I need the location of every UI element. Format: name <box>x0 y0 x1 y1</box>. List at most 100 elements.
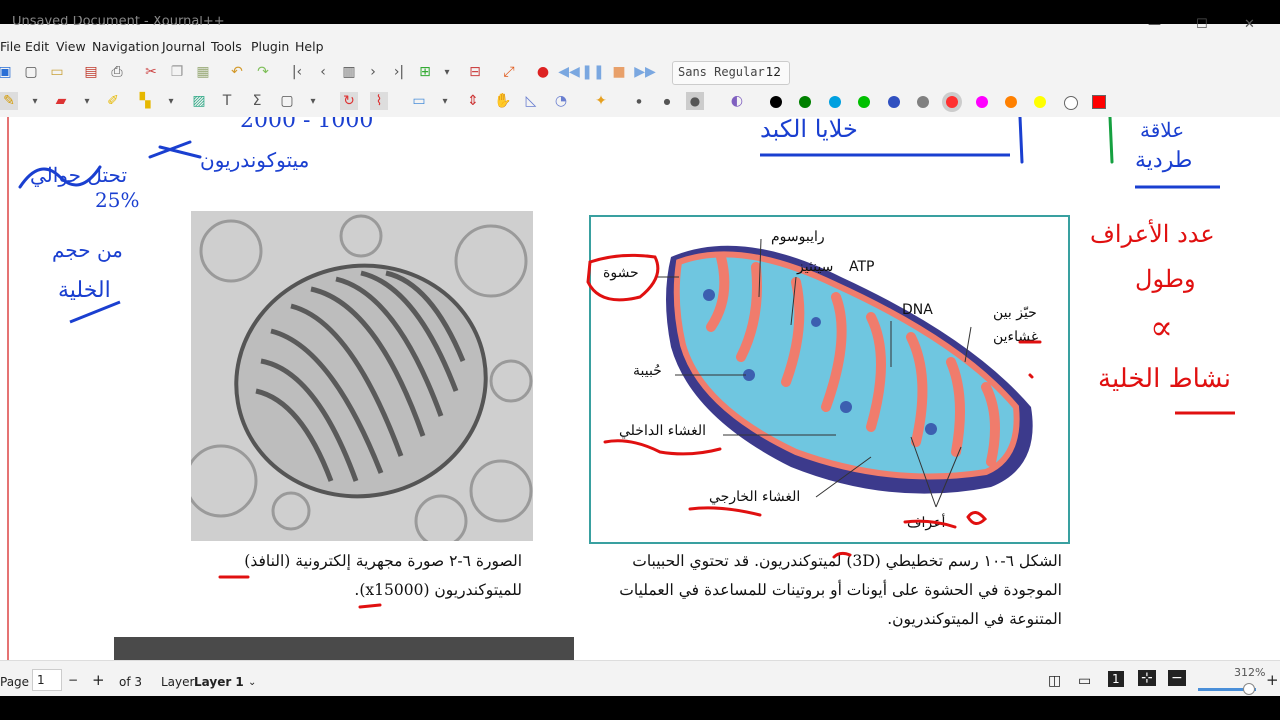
presentation-icon[interactable]: ▭ <box>1078 673 1091 689</box>
first-page-icon[interactable]: |‹ <box>288 63 306 81</box>
rewind-icon[interactable]: ◀◀ <box>558 63 580 81</box>
vertical-space-icon[interactable]: ⇕ <box>464 92 482 110</box>
delete-page-icon[interactable]: ⊟ <box>466 63 484 81</box>
shape-icon[interactable]: ▢ <box>278 92 296 110</box>
zoom-out-button[interactable]: − <box>1168 670 1186 686</box>
page-decrement-button[interactable]: − <box>68 673 78 687</box>
eraser-dropdown-icon[interactable]: ▾ <box>78 92 96 110</box>
latex-icon[interactable]: Σ <box>248 92 266 110</box>
print-icon[interactable]: ⎙ <box>108 63 126 81</box>
handwriting-top-mid: 2000 - 1000 <box>240 117 373 133</box>
color-light-green[interactable] <box>858 96 870 108</box>
custom-color-button[interactable] <box>1092 95 1106 109</box>
new-document-icon[interactable]: ▢ <box>22 63 40 81</box>
menu-edit[interactable]: Edit <box>25 39 49 54</box>
next-page-icon[interactable]: › <box>364 63 382 81</box>
previous-page-icon[interactable]: ‹ <box>314 63 332 81</box>
shape-dropdown-icon[interactable]: ▾ <box>304 92 322 110</box>
medium-pen-icon[interactable]: ● <box>658 92 676 110</box>
window-title: Unsaved Document - Xournal++ <box>12 16 225 28</box>
pen-dropdown-icon[interactable]: ▾ <box>26 92 44 110</box>
color-yellow[interactable] <box>1034 96 1046 108</box>
maximize-icon[interactable]: ☐ <box>1196 17 1208 32</box>
select-rectangle-icon[interactable]: ▭ <box>410 92 428 110</box>
open-folder-icon[interactable]: ▭ <box>48 63 66 81</box>
layer-select[interactable]: Layer 1 <box>194 675 244 689</box>
color-light-blue[interactable] <box>829 96 841 108</box>
menu-help[interactable]: Help <box>295 39 324 54</box>
page-number-input[interactable]: 1 <box>32 669 62 691</box>
color-green[interactable] <box>799 96 811 108</box>
add-page-icon[interactable]: ⊞ <box>416 63 434 81</box>
record-icon[interactable]: ● <box>534 63 552 81</box>
stop-icon[interactable]: ■ <box>610 63 628 81</box>
zoom-slider-handle[interactable] <box>1243 683 1255 695</box>
add-page-dropdown-icon[interactable]: ▾ <box>438 63 456 81</box>
zoom-level: 312% <box>1234 666 1266 679</box>
color-black[interactable] <box>770 96 782 108</box>
menu-navigation[interactable]: Navigation <box>92 39 159 54</box>
thick-pen-icon[interactable]: ● <box>686 92 704 110</box>
copy-icon[interactable]: ❐ <box>168 63 186 81</box>
goto-page-icon[interactable]: ▥ <box>340 63 358 81</box>
ruler-icon[interactable]: ⌇ <box>370 92 388 110</box>
setsquare-icon[interactable]: ◺ <box>522 92 540 110</box>
floating-toolbox-icon[interactable]: ✦ <box>592 92 610 110</box>
close-icon[interactable]: ✕ <box>1244 17 1255 32</box>
handwriting-right-1: علاقة <box>1140 118 1184 142</box>
select-rectangle-dropdown-icon[interactable]: ▾ <box>436 92 454 110</box>
fullscreen-icon[interactable]: ⤢ <box>500 63 518 81</box>
color-orange[interactable] <box>1005 96 1017 108</box>
main-toolbar: ▣ ▢ ▭ ▤ ⎙ ✂ ❐ ▦ ↶ ↷ |‹ ‹ ▥ › ›| ⊞ ▾ ⊟ ⤢ … <box>0 58 1280 88</box>
minimize-icon[interactable]: — <box>1148 17 1161 32</box>
color-red[interactable] <box>946 96 958 108</box>
compass-icon[interactable]: ◔ <box>552 92 570 110</box>
zoom-fit-button[interactable]: ⊹ <box>1138 670 1156 686</box>
undo-icon[interactable]: ↶ <box>228 63 246 81</box>
page-increment-button[interactable]: + <box>92 671 105 689</box>
select-region-icon[interactable]: ▚ <box>136 92 154 110</box>
menu-view[interactable]: View <box>56 39 86 54</box>
color-gray[interactable] <box>917 96 929 108</box>
last-page-icon[interactable]: ›| <box>390 63 408 81</box>
hand-icon[interactable]: ✋ <box>494 92 512 110</box>
dual-page-icon[interactable]: ◫ <box>1048 673 1061 689</box>
select-dropdown-icon[interactable]: ▾ <box>162 92 180 110</box>
label-granule: حُبيبة <box>633 363 662 379</box>
pause-icon[interactable]: ❚❚ <box>581 63 604 81</box>
menu-file[interactable]: File <box>0 39 21 54</box>
image-icon[interactable]: ▨ <box>190 92 208 110</box>
eraser-icon[interactable]: ▰ <box>52 92 70 110</box>
fill-icon[interactable]: ◐ <box>728 92 746 110</box>
font-size: 12 <box>765 65 781 79</box>
font-name: Sans Regular <box>678 65 765 79</box>
handwriting-left-3: من حجم <box>52 238 123 262</box>
color-blue[interactable] <box>888 96 900 108</box>
color-magenta[interactable] <box>976 96 988 108</box>
photo-caption: الصورة ٦-٢ صورة مجهرية إلكترونية (النافذ… <box>200 547 522 605</box>
font-selector[interactable]: Sans Regular 12 <box>672 61 790 85</box>
cut-icon[interactable]: ✂ <box>142 63 160 81</box>
save-icon[interactable]: ▣ <box>0 63 14 81</box>
zoom-in-button[interactable]: + <box>1266 671 1279 689</box>
text-icon[interactable]: T <box>218 92 236 110</box>
highlighter-icon[interactable]: ✐ <box>104 92 122 110</box>
layer-dropdown-icon[interactable]: ⌄ <box>248 677 256 688</box>
menu-plugin[interactable]: Plugin <box>251 39 289 54</box>
export-pdf-icon[interactable]: ▤ <box>82 63 100 81</box>
document-canvas[interactable]: رايبوسوم ATP سينثيز حشوة DNA حيّز بين غش… <box>0 117 1280 660</box>
menu-tools[interactable]: Tools <box>211 39 242 54</box>
zoom-100-button[interactable]: 1 <box>1108 671 1124 687</box>
redo-icon[interactable]: ↷ <box>254 63 272 81</box>
pen-icon[interactable]: ✎ <box>0 92 18 110</box>
thin-pen-icon[interactable]: ● <box>630 92 648 110</box>
menu-journal[interactable]: Journal <box>162 39 205 54</box>
handwriting-top-left-1: خلايا الكبد <box>760 117 858 143</box>
shape-recognizer-icon[interactable]: ↻ <box>340 92 358 110</box>
figure-caption-line3: المتنوعة في الميتوكندريون. <box>887 610 1062 628</box>
color-white[interactable] <box>1064 96 1078 110</box>
figure-caption-line2: الموجودة في الحشوة على أيونات أو بروتينا… <box>619 581 1062 599</box>
fast-forward-icon[interactable]: ▶▶ <box>634 63 656 81</box>
paste-icon[interactable]: ▦ <box>194 63 212 81</box>
page-margin-line <box>7 117 9 660</box>
